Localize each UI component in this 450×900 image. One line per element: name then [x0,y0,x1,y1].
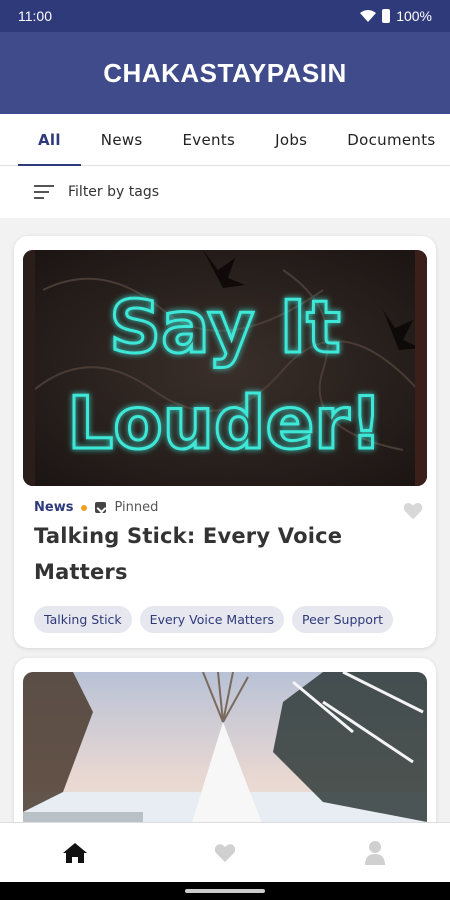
status-time: 11:00 [18,8,52,24]
nav-home[interactable] [55,833,95,873]
tag-chip[interactable]: Peer Support [292,606,393,633]
heart-icon [214,843,236,862]
tab-jobs[interactable]: Jobs [255,114,327,166]
home-gesture-pill[interactable] [185,889,265,893]
neon-text-line2: Louder! [67,381,382,465]
battery-icon [382,9,391,23]
bottom-navigation [0,822,450,882]
news-card[interactable]: Say It Louder! News Pinned Talking Stick… [14,236,436,648]
pinned-label: Pinned [114,500,159,515]
category-dot [81,504,88,511]
tag-chip[interactable]: Every Voice Matters [139,606,284,633]
card-meta: News Pinned [34,500,158,515]
app-screen: 11:00 100% CHAKASTAYPASIN All News Event… [0,0,450,900]
tab-all[interactable]: All [18,114,81,167]
tag-chip[interactable]: Talking Stick [34,606,132,633]
nav-favorites[interactable] [205,833,245,873]
card-image-neon-sign: Say It Louder! [23,250,427,486]
app-title: CHAKASTAYPASIN [103,57,347,88]
pin-icon [95,502,107,513]
filter-by-tags-button[interactable]: Filter by tags [0,166,450,218]
filter-label: Filter by tags [68,184,159,200]
neon-sign-illustration: Say It Louder! [23,250,427,486]
tab-events[interactable]: Events [163,114,256,166]
tab-news[interactable]: News [81,114,163,166]
status-icons: 100% [360,8,432,24]
battery-level: 100% [396,8,432,24]
tab-bar: All News Events Jobs Documents [0,114,450,167]
profile-icon [365,840,385,865]
nav-profile[interactable] [355,833,395,873]
wifi-icon [360,9,377,22]
tag-list: Talking Stick Every Voice Matters Peer S… [34,606,393,633]
tab-documents[interactable]: Documents [327,114,450,166]
system-gesture-bar [0,882,450,900]
status-bar: 11:00 100% [0,0,450,32]
favorite-heart-icon[interactable] [402,500,424,522]
home-icon [63,842,87,863]
filter-icon [34,185,54,199]
app-header: CHAKASTAYPASIN [0,32,450,114]
card-title[interactable]: Talking Stick: Every Voice Matters [34,518,404,590]
neon-text-line1: Say It [109,285,340,369]
category-label: News [34,500,74,515]
